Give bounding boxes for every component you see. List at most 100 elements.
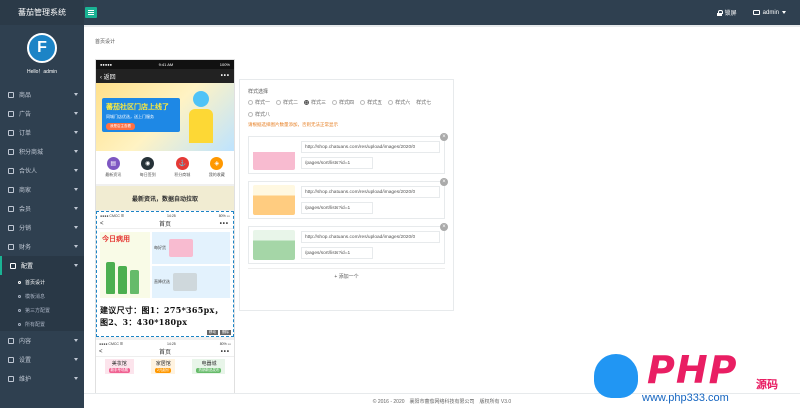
user-menu[interactable]: admin [752, 10, 786, 16]
menu-toggle-button[interactable] [85, 7, 97, 18]
back-button[interactable]: ‹ 返回 [100, 72, 116, 81]
news-notice[interactable]: 最新资讯，数据自动拉取 [96, 186, 234, 210]
watermark-logo: PHP 源码 www.php333.com [592, 348, 800, 408]
style-option-2[interactable]: 样式二 [276, 99, 298, 106]
sidebar-item-content[interactable]: 内容 [0, 331, 84, 350]
sidebar-subitem-home-design[interactable]: 首页设计 [0, 275, 84, 289]
delete-block-button[interactable]: 删除 [220, 330, 231, 335]
image-thumbnail[interactable] [253, 140, 295, 170]
circle-icon [18, 308, 21, 312]
style-option-label: 样式二 [283, 100, 299, 106]
image-url-input[interactable]: http://shop.chatuans.com/res/upload/imag… [301, 141, 440, 153]
radio-icon [332, 100, 338, 105]
chevron-down-icon [74, 207, 78, 210]
style-option-3[interactable]: 样式三 [304, 99, 326, 106]
link-input[interactable]: /pages/sort/lists?id=1 [301, 202, 373, 214]
gear-icon [8, 356, 14, 363]
user-card-icon [752, 10, 760, 15]
sidebar-item-points-mall[interactable]: 积分商城 [0, 142, 84, 161]
sidebar-item-settings[interactable]: 设置 [0, 350, 84, 369]
style-select-title: 样式选择 [248, 89, 269, 95]
sidebar-subitem-label: 第三方配置 [25, 307, 51, 314]
promo-images: 今日病用 每好货 直降优选 [100, 232, 230, 298]
promo-label: 每好货 [154, 245, 166, 250]
sidebar-item-distribution[interactable]: 分销 [0, 218, 84, 237]
image-url-input[interactable]: http://shop.chatuans.com/res/upload/imag… [301, 186, 440, 198]
banner-subtitle: 同城门店优选，送上门服务 [106, 114, 154, 119]
breadcrumb: 首页设计 [95, 39, 116, 45]
mini-status-bar: ●●●● CMCC ☰ 14:25 80% ▭ [96, 340, 234, 347]
list-icon [8, 337, 14, 344]
chevron-down-icon [782, 11, 786, 14]
quick-nav-news[interactable]: ▤ 最新资讯 [105, 157, 121, 178]
people-icon [8, 167, 14, 174]
close-icon[interactable]: × [440, 223, 448, 231]
sidebar-item-members[interactable]: 会员 [0, 199, 84, 218]
link-input[interactable]: /pages/sort/lists?id=1 [301, 157, 373, 169]
quick-nav-favorites[interactable]: ◈ 我的收藏 [209, 157, 225, 178]
chevron-down-icon [74, 150, 78, 153]
sidebar-subitem-all-config[interactable]: 所有配置 [0, 317, 84, 331]
phone-status-bar: ●●●●● 9:41 AM 100% [96, 60, 234, 69]
promo-image-1: 今日病用 [100, 232, 150, 298]
category-tag-sub: 新手专场展 [108, 368, 130, 373]
more-icon[interactable]: ••• [221, 73, 230, 79]
style-option-4[interactable]: 样式四 [332, 99, 354, 106]
lock-screen-button[interactable]: 锁屏 [716, 8, 737, 17]
quick-nav-points[interactable]: ⚓ 积分商城 [174, 157, 190, 178]
banner-board: 蕃茄社区门店上线了 同城门店优选，送上门服务 我是店主查看 [102, 98, 180, 132]
sidebar-item-finance[interactable]: 财务 [0, 237, 84, 256]
sidebar-item-orders[interactable]: 订单 [0, 123, 84, 142]
add-image-button[interactable]: + 添加一个 [248, 268, 445, 280]
sidebar-item-ads[interactable]: 广告 [0, 104, 84, 123]
chevron-down-icon [74, 226, 78, 229]
category-tag[interactable]: 电器城 热销新品发布 [192, 359, 226, 374]
move-block-button[interactable]: 移动 [207, 330, 218, 335]
block-editor: 样式选择 样式一 样式二 样式三 样式四 样式五 样式六 样式七 样式八 请根据… [239, 79, 454, 311]
radio-icon [388, 100, 394, 105]
share-icon [8, 224, 14, 231]
sidebar-item-partner[interactable]: 合伙人 [0, 161, 84, 180]
sidebar-item-goods[interactable]: 商品 [0, 85, 84, 104]
category-tag[interactable]: 家居馆 2元起价 [151, 359, 176, 374]
quick-nav-signin[interactable]: ◉ 每日签到 [140, 157, 156, 178]
style-option-7[interactable]: 样式七 [416, 99, 431, 106]
style-option-8[interactable]: 样式八 [248, 111, 270, 118]
category-tags: 美妆馆 新手专场展 家居馆 2元起价 电器城 热销新品发布 [96, 357, 234, 374]
file-icon [8, 129, 14, 136]
battery-status: 80% ▭ [218, 213, 230, 218]
sidebar-item-merchant[interactable]: 商家 [0, 180, 84, 199]
image-url-input[interactable]: http://shop.chatuans.com/res/upload/imag… [301, 231, 440, 243]
banner-title: 蕃茄社区门店上线了 [106, 104, 169, 111]
category-block[interactable]: ●●●● CMCC ☰ 14:25 80% ▭ < 首页 ••• 美妆馆 新手专场… [96, 340, 234, 394]
chart-icon [8, 110, 14, 117]
image-thumbnail[interactable] [253, 230, 295, 260]
sidebar-item-maintenance[interactable]: 维护 [0, 369, 84, 388]
sidebar-item-label: 配置 [21, 264, 34, 270]
style-option-1[interactable]: 样式一 [248, 99, 270, 106]
signal-icon: ●●●●● [100, 62, 113, 67]
image-thumbnail[interactable] [253, 185, 295, 215]
style-option-6[interactable]: 样式六 [388, 99, 410, 106]
favorite-icon: ◈ [210, 157, 224, 170]
category-tag[interactable]: 美妆馆 新手专场展 [104, 359, 134, 374]
banner-button[interactable]: 我是店主查看 [106, 123, 135, 130]
sidebar-subitem-third-party[interactable]: 第三方配置 [0, 303, 84, 317]
sidebar-item-config[interactable]: 配置 [0, 256, 84, 275]
lock-icon [716, 9, 723, 16]
close-icon[interactable]: × [440, 133, 448, 141]
size-suggestion-line: 建议尺寸：图1：275*365px， [100, 305, 223, 315]
radio-icon [304, 100, 310, 105]
sidebar-item-label: 财务 [19, 245, 32, 251]
chevron-left-icon: < [99, 348, 103, 355]
selected-image-block[interactable]: ●●●● CMCC ☰ 14:25 80% ▭ < 首页 ••• 今日病用 每好… [96, 211, 234, 337]
block-tools: 移动 删除 [207, 330, 231, 335]
close-icon[interactable]: × [440, 178, 448, 186]
style-option-5[interactable]: 样式五 [360, 99, 382, 106]
banner[interactable]: 蕃茄社区门店上线了 同城门店优选，送上门服务 我是店主查看 [96, 83, 234, 151]
signal-icon: ●●●● CMCC ☰ [99, 341, 124, 346]
style-warning: 请根据选择图片数量添加，否则无法正常显示 [248, 122, 338, 127]
avatar[interactable]: F [27, 33, 57, 63]
sidebar-subitem-template-msg[interactable]: 模板消息 [0, 289, 84, 303]
link-input[interactable]: /pages/sort/lists?id=1 [301, 247, 373, 259]
